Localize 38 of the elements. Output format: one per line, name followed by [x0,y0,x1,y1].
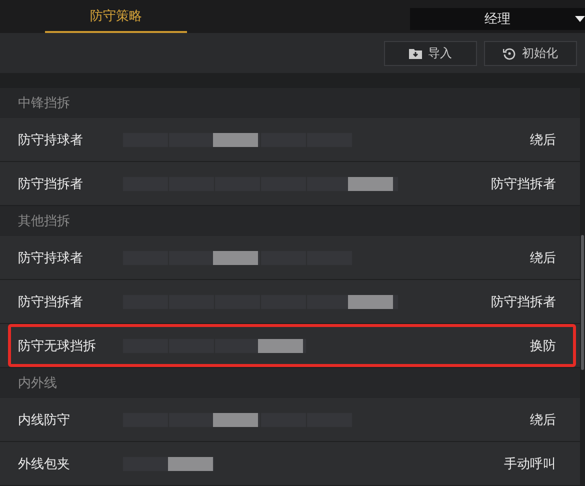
setting-label: 内线防守 [18,412,71,428]
setting-label: 防守挡拆者 [18,176,84,192]
section-title: 内外线 [18,375,57,392]
slider-thumb[interactable] [213,132,258,146]
setting-label: 防守无球挡拆 [18,338,97,354]
section-title: 其他挡拆 [18,213,70,230]
slider-track[interactable] [123,338,307,352]
setting-value: 换防 [530,338,556,354]
setting-label: 防守持球者 [18,250,84,266]
role-dropdown[interactable]: 经理 [410,8,585,30]
scrollbar[interactable] [581,235,584,370]
slider-track[interactable] [123,456,215,470]
folder-download-icon [409,48,422,59]
slider-track[interactable] [123,250,353,264]
setting-value: 绕后 [530,132,556,148]
slider-track[interactable] [123,412,353,426]
slider-thumb[interactable] [348,176,393,190]
setting-value: 手动呼叫 [504,456,556,472]
reset-button[interactable]: 初始化 [484,40,577,66]
setting-label: 防守挡拆者 [18,294,84,310]
setting-label: 防守持球者 [18,132,84,148]
slider-thumb[interactable] [213,412,258,426]
setting-value: 防守挡拆者 [491,294,556,310]
slider-thumb[interactable] [348,294,393,308]
slider-track[interactable] [123,132,353,146]
section-title: 中锋挡拆 [18,95,70,112]
slider-thumb[interactable] [213,250,258,264]
slider-track[interactable] [123,294,399,308]
import-button[interactable]: 导入 [384,40,477,66]
reset-icon [503,46,516,60]
setting-label: 外线包夹 [18,456,71,472]
setting-value: 防守挡拆者 [491,176,556,192]
slider-track[interactable] [123,176,399,190]
slider-thumb[interactable] [168,456,213,470]
setting-value: 绕后 [530,412,556,428]
slider-thumb[interactable] [258,338,303,352]
caret-icon [575,16,585,22]
setting-value: 绕后 [530,250,556,266]
